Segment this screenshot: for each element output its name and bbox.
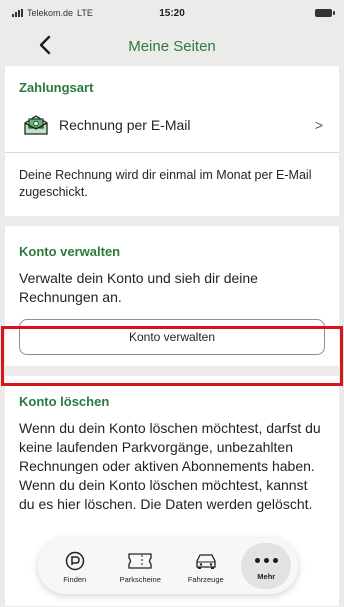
signal-icon bbox=[12, 9, 23, 17]
delete-heading: Konto löschen bbox=[19, 394, 110, 409]
car-icon bbox=[193, 549, 219, 573]
payment-heading: Zahlungsart bbox=[19, 80, 94, 95]
bottom-tab-bar: Finden Parkscheine Fahrzeuge Mehr bbox=[38, 538, 298, 594]
more-dots-icon bbox=[254, 552, 278, 570]
back-button[interactable] bbox=[28, 30, 62, 60]
tab-label: Parkscheine bbox=[119, 574, 161, 584]
payment-method-label: Rechnung per E-Mail bbox=[59, 117, 191, 133]
account-card: Konto verwalten Verwalte dein Konto und … bbox=[5, 226, 339, 366]
payment-description: Deine Rechnung wird dir einmal im Monat … bbox=[19, 168, 312, 199]
ticket-icon bbox=[127, 549, 153, 573]
status-bar: Telekom.de LTE 15:20 bbox=[0, 0, 344, 26]
tab-parkscheine[interactable]: Parkscheine bbox=[110, 549, 170, 584]
carrier-name: Telekom.de bbox=[27, 8, 74, 18]
navigation-bar: Meine Seiten bbox=[0, 26, 344, 66]
manage-account-button[interactable]: Konto verwalten bbox=[19, 319, 325, 355]
status-time: 15:20 bbox=[159, 7, 185, 19]
chevron-right-icon: > bbox=[314, 117, 323, 133]
account-heading: Konto verwalten bbox=[19, 244, 121, 259]
parking-search-icon bbox=[64, 549, 86, 573]
tab-mehr[interactable]: Mehr bbox=[241, 543, 292, 589]
account-description: Verwalte dein Konto und sieh dir deine R… bbox=[19, 270, 258, 305]
tab-label: Mehr bbox=[257, 571, 276, 581]
payment-method-row[interactable]: Rechnung per E-Mail > bbox=[19, 110, 325, 140]
battery-icon bbox=[314, 9, 335, 17]
tab-finden[interactable]: Finden bbox=[45, 549, 105, 584]
page-title: Meine Seiten bbox=[128, 37, 216, 55]
delete-description: Wenn du dein Konto löschen möchtest, dar… bbox=[19, 420, 321, 512]
tab-fahrzeuge[interactable]: Fahrzeuge bbox=[176, 549, 236, 584]
status-left: Telekom.de LTE bbox=[12, 8, 122, 18]
tab-label: Finden bbox=[63, 574, 87, 584]
network-type: LTE bbox=[77, 8, 93, 18]
payment-card: Zahlungsart Rechnung per E-Mail > Deine … bbox=[5, 66, 339, 216]
tab-label: Fahrzeuge bbox=[187, 574, 224, 584]
divider bbox=[5, 152, 339, 153]
envelope-money-icon bbox=[24, 115, 48, 135]
chevron-left-icon bbox=[39, 35, 51, 55]
status-right bbox=[222, 9, 335, 17]
